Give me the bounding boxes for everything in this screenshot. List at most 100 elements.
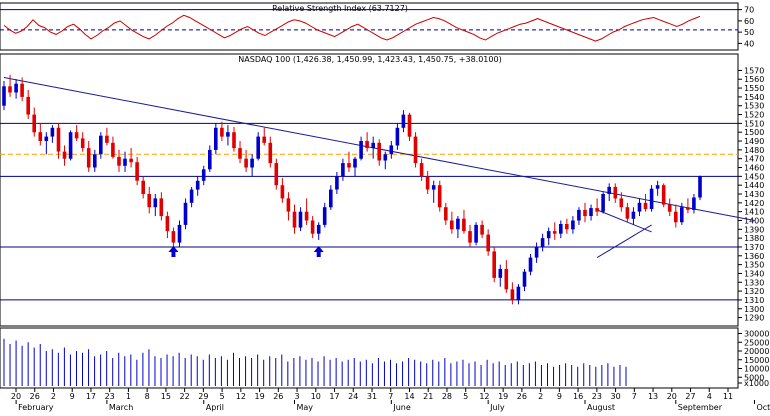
x-day-label: 19 — [498, 392, 508, 401]
candle-body — [99, 135, 103, 155]
candle-body — [643, 202, 648, 209]
price-tick-label: 1340 — [744, 269, 764, 278]
price-tick-label: 1380 — [744, 234, 764, 243]
candle-body — [341, 163, 345, 177]
x-day-label: 9 — [557, 392, 562, 401]
candle-body — [238, 148, 242, 159]
rsi-tick-label: 70 — [744, 6, 754, 15]
candle-body — [268, 142, 273, 164]
candle-body — [189, 189, 194, 203]
candle-body — [450, 220, 454, 230]
candle-body — [220, 127, 224, 137]
candle-body — [316, 224, 321, 234]
candle-body — [123, 158, 127, 166]
x-day-label: 7 — [632, 392, 637, 401]
candle-body — [565, 224, 569, 230]
candle-body — [20, 83, 24, 97]
volume-tick-label: 15000 — [744, 356, 769, 365]
x-month-label: May — [297, 403, 314, 412]
candle-body — [528, 257, 533, 272]
candle-body — [655, 185, 660, 189]
candle-body — [8, 86, 12, 93]
price-tick-label: 1290 — [744, 314, 764, 323]
x-day-label: 17 — [329, 392, 339, 401]
candle-body — [444, 207, 448, 221]
price-tick-label: 1330 — [744, 278, 764, 287]
candle-body — [86, 148, 91, 168]
candle-body — [117, 156, 121, 166]
x-day-label: 26 — [30, 392, 40, 401]
x-day-label: 24 — [348, 392, 358, 401]
x-day-label: 23 — [105, 392, 115, 401]
candle-body — [153, 198, 158, 208]
candle-body — [383, 154, 388, 161]
candle-body — [456, 218, 460, 230]
volume-tick-label: 25000 — [744, 338, 769, 347]
x-month-label: October — [756, 403, 770, 412]
x-day-label: 14 — [404, 392, 414, 401]
x-day-label: 9 — [70, 392, 75, 401]
candle-body — [631, 211, 636, 219]
candle-body — [413, 136, 418, 164]
x-day-label: 4 — [707, 392, 712, 401]
candle-body — [208, 149, 212, 170]
x-day-label: 15 — [161, 392, 171, 401]
candle-body — [377, 142, 381, 161]
candle-body — [607, 186, 611, 194]
candle-body — [298, 211, 303, 228]
candle-body — [601, 194, 605, 212]
candle-body — [177, 224, 182, 243]
x-day-label: 30 — [610, 392, 620, 401]
candle-body — [661, 185, 666, 205]
x-day-label: 12 — [479, 392, 489, 401]
candle-body — [159, 198, 164, 217]
x-month-label: July — [489, 403, 505, 412]
x-day-label: 20 — [667, 392, 677, 401]
candle-body — [62, 151, 67, 159]
candle-body — [419, 163, 424, 177]
candle-body — [674, 211, 678, 223]
price-tick-label: 1510 — [744, 119, 764, 128]
candle-body — [347, 163, 351, 168]
candle-body — [462, 218, 466, 232]
candle-body — [141, 180, 145, 194]
candle-body — [516, 286, 521, 300]
chart-svg: Relative Strength Index (63.7127) 70 60 50… — [0, 0, 770, 412]
candle-body — [74, 132, 79, 139]
candle-body — [425, 176, 430, 190]
candle-body — [534, 247, 539, 258]
candle-body — [274, 163, 279, 186]
candle-body — [407, 114, 412, 137]
candle-body — [546, 231, 551, 239]
candle-body — [431, 185, 436, 190]
candle-body — [492, 251, 496, 278]
candle-body — [80, 138, 85, 149]
x-day-label: 1 — [126, 392, 131, 401]
price-tick-label: 1400 — [744, 216, 764, 225]
candle-body — [692, 197, 696, 210]
candle-body — [214, 127, 218, 150]
candle-body — [589, 208, 593, 216]
x-month-label: September — [678, 403, 723, 412]
price-tick-label: 1470 — [744, 155, 764, 164]
candle-body — [44, 136, 49, 141]
candle-body — [165, 216, 170, 232]
candle-body — [552, 231, 557, 234]
candle-body — [667, 204, 672, 212]
x-day-label: 10 — [311, 392, 321, 401]
x-day-label: 5 — [220, 392, 225, 401]
candle-body — [329, 189, 333, 208]
x-day-label: 8 — [145, 392, 150, 401]
candle-body — [395, 127, 400, 146]
candle-body — [335, 176, 339, 190]
price-tick-label: 1500 — [744, 128, 764, 137]
x-day-label: 26 — [273, 392, 283, 401]
candle-body — [486, 234, 490, 252]
candle-body — [262, 136, 266, 143]
volume-tick-label: 30000 — [744, 330, 769, 339]
candle-body — [468, 231, 472, 243]
x-day-label: 17 — [86, 392, 96, 401]
candle-body — [371, 142, 375, 149]
x-day-label: 28 — [442, 392, 452, 401]
rsi-tick-label: 60 — [744, 17, 754, 26]
